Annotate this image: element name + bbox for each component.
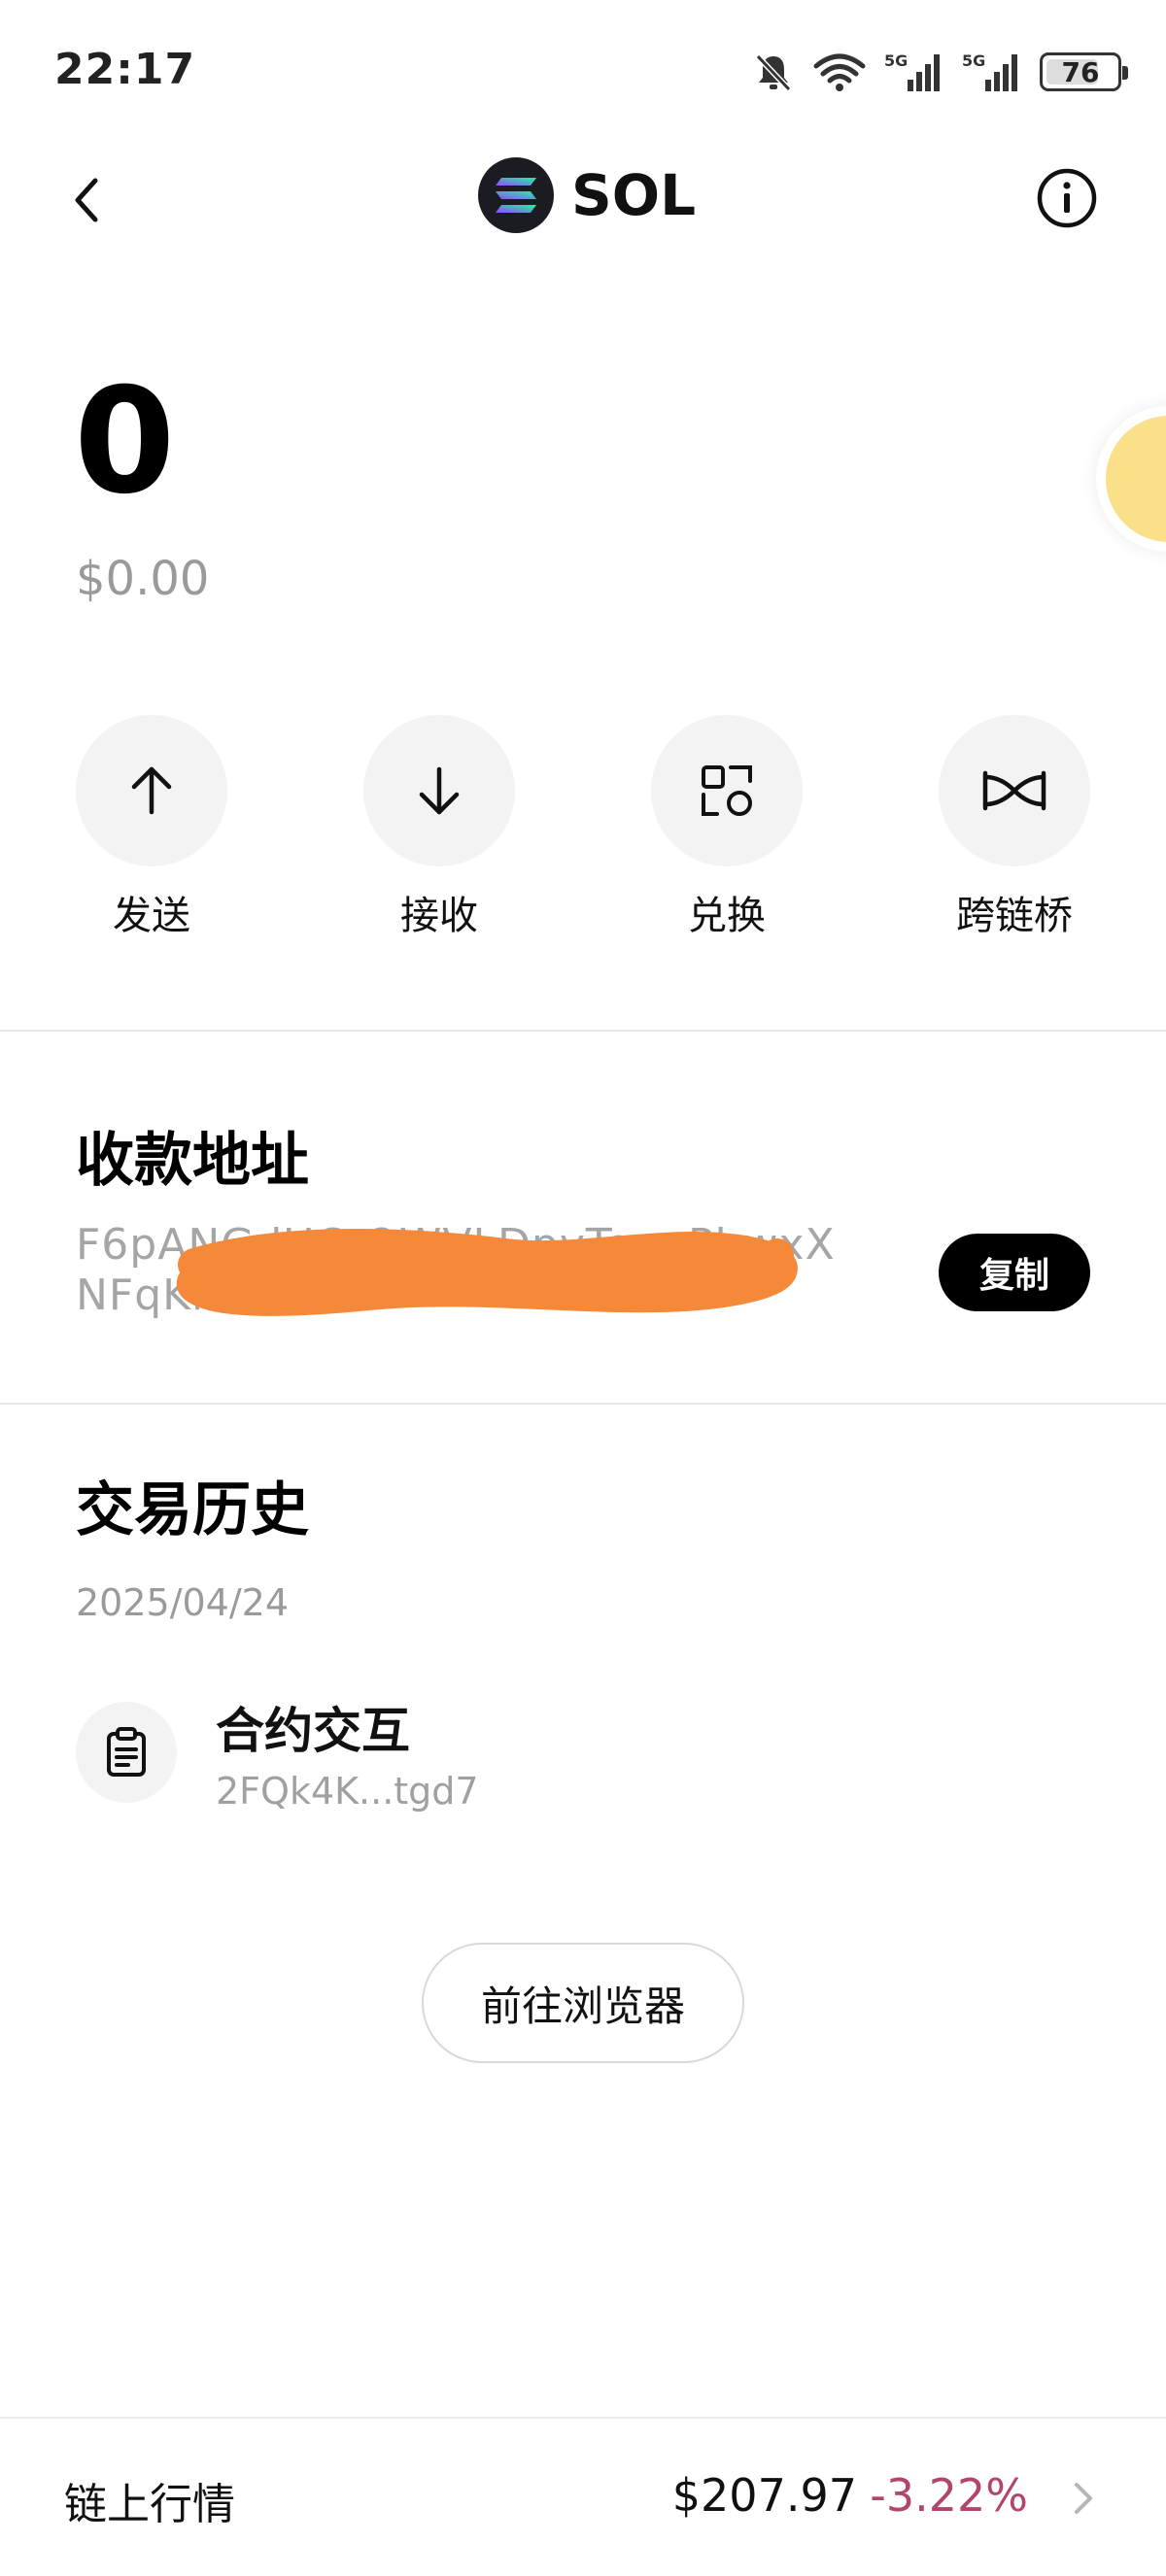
wallet-token-page: 22:17 5G 5G 76 SOL 0 $0.00 发送 接收 兑换 跨链桥 … bbox=[0, 0, 1166, 2576]
wifi-icon bbox=[812, 51, 867, 93]
status-bar: 22:17 5G 5G 76 bbox=[0, 0, 1166, 146]
receive-circle bbox=[363, 715, 515, 866]
transaction-icon-wrap bbox=[76, 1702, 177, 1803]
bridge-label: 跨链桥 bbox=[956, 894, 1073, 938]
bridge-icon bbox=[982, 770, 1046, 811]
swap-button[interactable]: 兑换 bbox=[630, 715, 824, 940]
floating-note-widget[interactable] bbox=[1096, 406, 1166, 552]
back-button[interactable] bbox=[58, 171, 117, 229]
swap-icon bbox=[702, 765, 752, 816]
transaction-title: 合约交互 bbox=[216, 1703, 410, 1759]
chevron-left-icon bbox=[75, 178, 98, 222]
info-icon bbox=[1037, 168, 1097, 228]
send-button[interactable]: 发送 bbox=[54, 715, 249, 940]
svg-text:5G: 5G bbox=[884, 51, 908, 70]
history-section-title: 交易历史 bbox=[76, 1476, 309, 1544]
transaction-row[interactable]: 合约交互 2FQk4K...tgd7 bbox=[76, 1692, 1096, 1828]
swap-circle bbox=[651, 715, 803, 866]
redaction-scribble bbox=[176, 1229, 798, 1316]
market-label: 链上行情 bbox=[64, 2480, 235, 2529]
title-wrap: SOL bbox=[478, 157, 696, 233]
battery-indicator: 76 bbox=[1040, 52, 1128, 91]
battery-level: 76 bbox=[1061, 55, 1100, 88]
mute-bell-icon bbox=[752, 51, 795, 93]
signal-5g-icon: 5G bbox=[962, 51, 1022, 93]
market-price: $207.97 bbox=[671, 2469, 857, 2522]
market-info-bar[interactable]: 链上行情 $207.97 -3.22% bbox=[0, 2417, 1166, 2576]
divider bbox=[0, 1030, 1166, 1032]
chevron-right-icon bbox=[1075, 2483, 1092, 2514]
page-title: SOL bbox=[571, 162, 697, 228]
contract-icon bbox=[107, 1727, 146, 1777]
divider bbox=[0, 1403, 1166, 1405]
svg-text:5G: 5G bbox=[962, 51, 985, 70]
balance-amount: 0 bbox=[74, 357, 176, 526]
signal-5g-icon: 5G bbox=[884, 51, 944, 93]
receive-label: 接收 bbox=[400, 894, 478, 938]
send-label: 发送 bbox=[113, 894, 190, 938]
receive-button[interactable]: 接收 bbox=[342, 715, 536, 940]
send-circle bbox=[76, 715, 227, 866]
note-widget-icon bbox=[1106, 416, 1166, 542]
address-section-title: 收款地址 bbox=[76, 1127, 309, 1195]
copy-address-button[interactable]: 复制 bbox=[939, 1234, 1090, 1311]
status-time: 22:17 bbox=[54, 45, 196, 94]
arrow-down-icon bbox=[419, 766, 460, 815]
balance-fiat-value: $0.00 bbox=[76, 552, 210, 606]
arrow-up-icon bbox=[131, 766, 172, 815]
market-change: -3.22% bbox=[870, 2469, 1028, 2522]
action-buttons: 发送 接收 兑换 跨链桥 bbox=[0, 715, 1166, 938]
solana-logo-icon bbox=[478, 157, 554, 233]
swap-label: 兑换 bbox=[688, 894, 766, 938]
history-date: 2025/04/24 bbox=[76, 1581, 290, 1624]
status-icons: 5G 5G 76 bbox=[752, 51, 1128, 93]
info-button[interactable] bbox=[1036, 167, 1098, 229]
bridge-circle bbox=[939, 715, 1090, 866]
open-explorer-button[interactable]: 前往浏览器 bbox=[422, 1943, 744, 2063]
bridge-button[interactable]: 跨链桥 bbox=[917, 715, 1112, 940]
transaction-hash: 2FQk4K...tgd7 bbox=[216, 1770, 479, 1813]
header: SOL bbox=[0, 146, 1166, 253]
